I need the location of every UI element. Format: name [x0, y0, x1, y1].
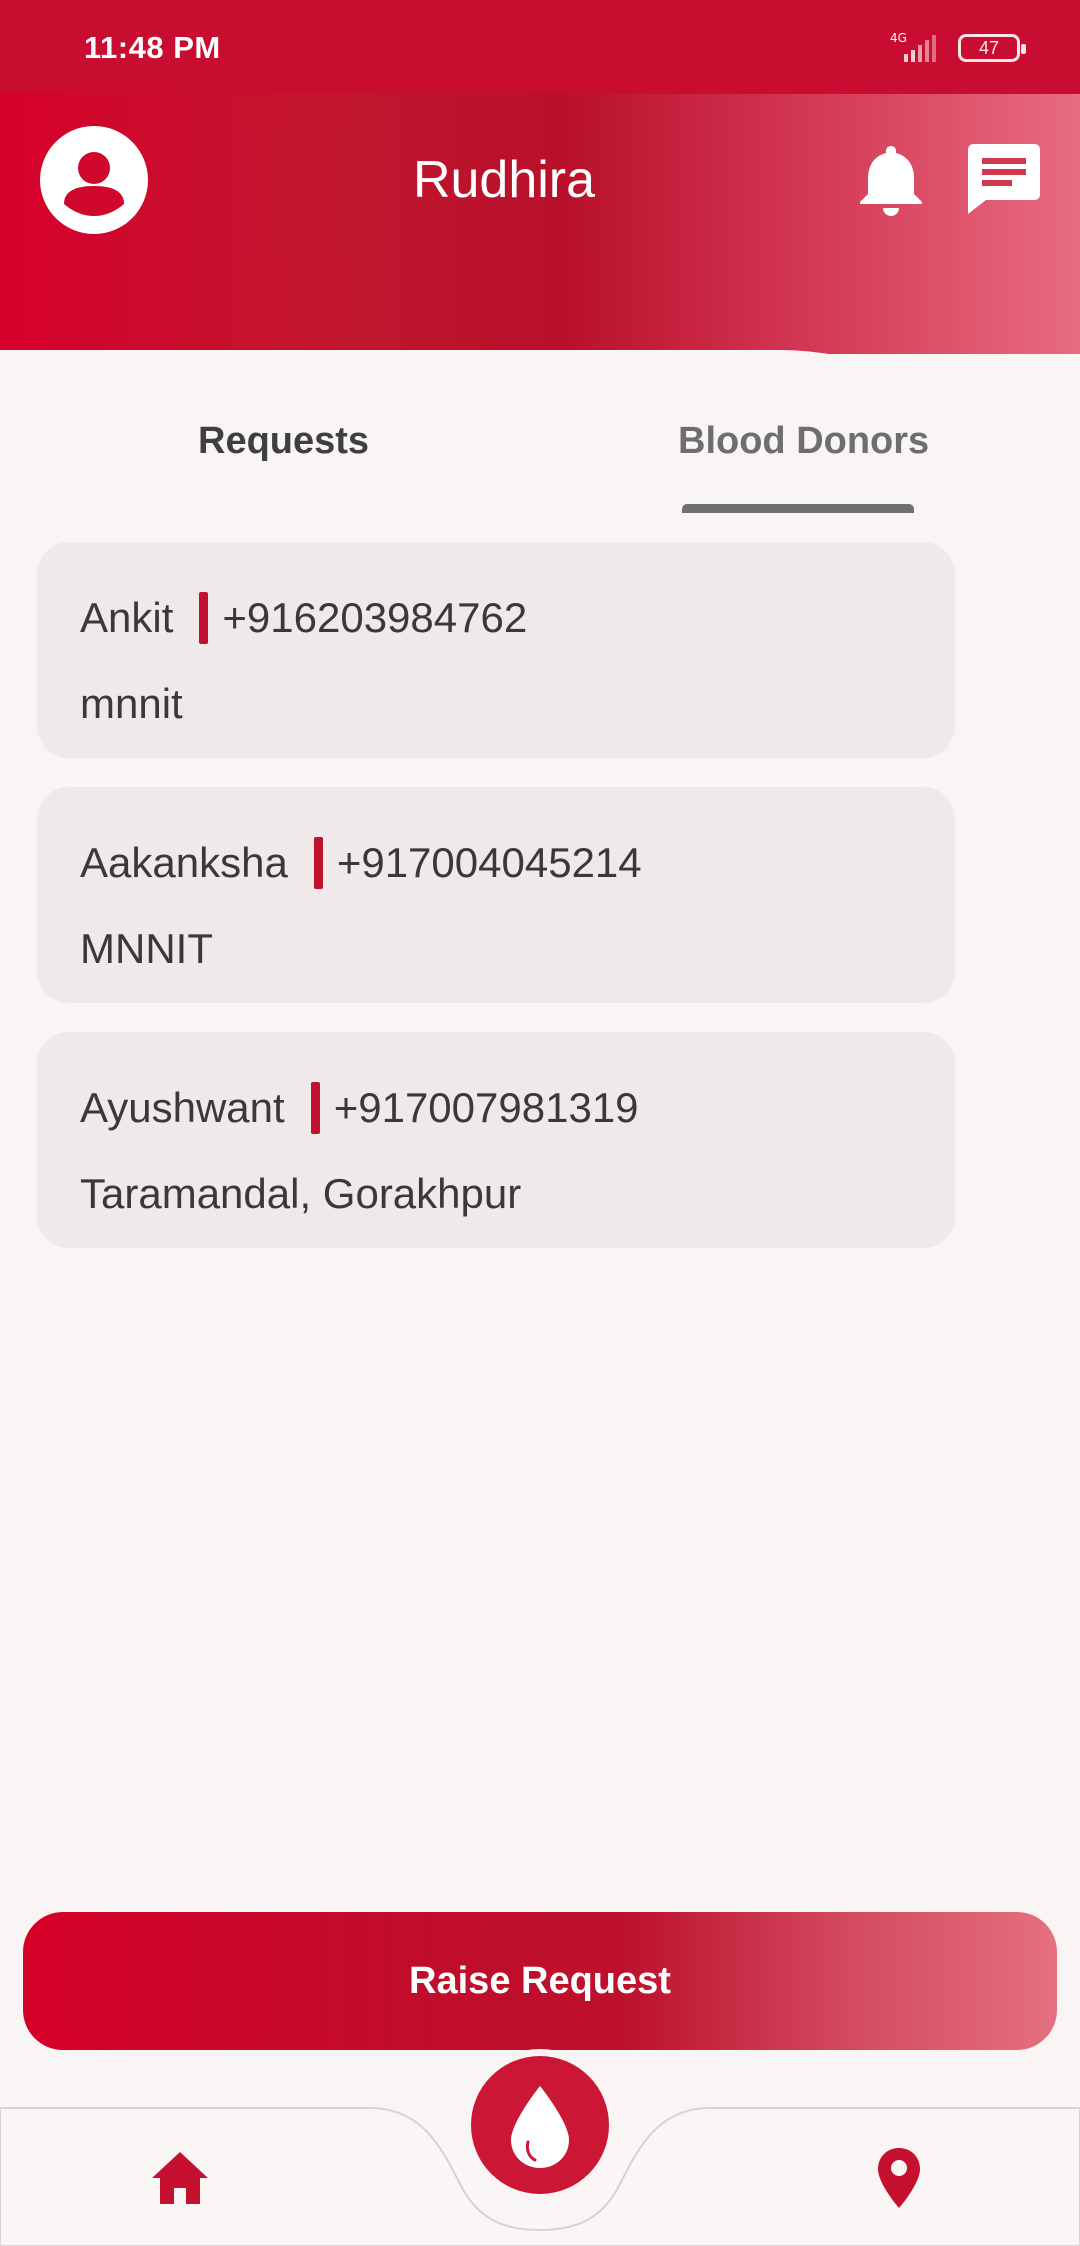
tab-blood-donors[interactable]: Blood Donors	[678, 420, 929, 463]
status-time: 11:48 PM	[84, 30, 221, 65]
battery-level: 47	[978, 37, 1000, 58]
blood-drop-fab[interactable]	[471, 2056, 609, 2194]
requester-location: mnnit	[80, 680, 183, 727]
request-card[interactable]: Ankit +916203984762 mnnit	[37, 542, 955, 758]
tab-indicator	[682, 504, 914, 513]
requester-name: Ankit	[80, 594, 174, 641]
raise-request-button[interactable]: Raise Request	[23, 1912, 1057, 2050]
requester-name: Ayushwant	[80, 1084, 285, 1131]
requester-phone: +917007981319	[333, 1084, 639, 1131]
blood-drop-icon	[511, 2086, 569, 2168]
separator-bar	[310, 1082, 320, 1134]
bell-icon[interactable]	[858, 142, 924, 218]
location-pin-icon[interactable]	[876, 2146, 922, 2210]
app-header	[0, 94, 1080, 354]
requester-phone: +917004045214	[336, 839, 642, 886]
app-title: Rudhira	[412, 151, 596, 209]
status-bar: 11:48 PM 4G 47	[0, 0, 1080, 94]
profile-avatar-button[interactable]	[40, 126, 148, 234]
tab-requests[interactable]: Requests	[198, 420, 369, 463]
requester-name: Aakanksha	[80, 839, 288, 886]
signal-icon: 4G	[890, 31, 936, 62]
request-card[interactable]: Aakanksha +917004045214 MNNIT	[37, 787, 955, 1003]
separator-bar	[199, 592, 209, 644]
requester-location: Taramandal, Gorakhpur	[80, 1170, 522, 1217]
battery-icon: 47	[958, 34, 1026, 62]
chat-icon[interactable]	[966, 142, 1042, 216]
requester-location: MNNIT	[80, 925, 213, 972]
separator-bar	[313, 837, 323, 889]
svg-text:4G: 4G	[890, 31, 907, 45]
request-card[interactable]: Ayushwant +917007981319 Taramandal, Gora…	[37, 1032, 955, 1248]
user-avatar-icon	[64, 152, 124, 216]
home-icon[interactable]	[150, 2150, 210, 2206]
requester-phone: +916203984762	[222, 594, 528, 641]
